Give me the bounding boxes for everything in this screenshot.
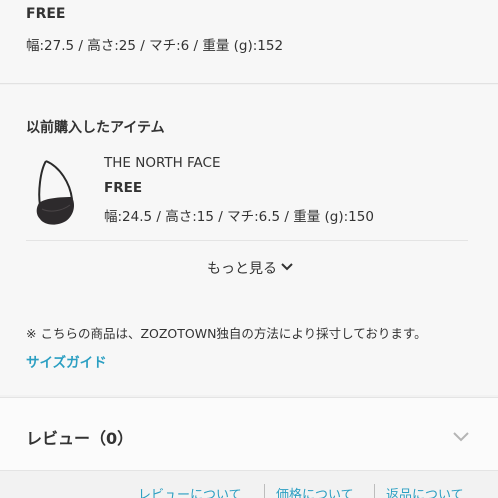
history-item-measurements: 幅:24.5 / 高さ:15 / マチ:6.5 / 重量 (g):150: [104, 209, 374, 225]
return-about-link[interactable]: 返品について: [386, 484, 464, 498]
shoulder-bag-icon: [36, 160, 74, 225]
current-measurements: 幅:27.5 / 高さ:25 / マチ:6 / 重量 (g):152: [26, 38, 284, 54]
divider: [26, 240, 468, 241]
history-item-brand[interactable]: THE NORTH FACE: [104, 155, 221, 171]
purchase-history-section: 以前購入したアイテム THE NORTH FACE FREE 幅:24.5 / …: [0, 85, 498, 395]
price-about-link[interactable]: 価格について: [276, 484, 354, 498]
footer-links: レビューについて 価格について 返品について: [0, 480, 498, 498]
divider: [264, 484, 265, 498]
history-heading: 以前購入したアイテム: [26, 120, 165, 136]
history-item-image[interactable]: [26, 153, 86, 239]
review-label: レビュー（0）: [26, 429, 134, 448]
chevron-down-icon: [281, 260, 293, 276]
chevron-down-icon: [452, 428, 470, 447]
show-more-label: もっと見る: [207, 261, 277, 277]
divider: [374, 484, 375, 498]
size-guide-link[interactable]: サイズガイド: [26, 351, 107, 371]
current-size-section: FREE 幅:27.5 / 高さ:25 / マチ:6 / 重量 (g):152: [0, 0, 498, 84]
show-more-button[interactable]: もっと見る: [190, 255, 310, 281]
current-size-label: FREE: [26, 6, 66, 22]
review-about-link[interactable]: レビューについて: [138, 484, 242, 498]
measurement-note: ※ こちらの商品は、ZOZOTOWN独自の方法により採寸しております。: [26, 326, 427, 341]
history-item-size: FREE: [104, 180, 143, 196]
review-accordion[interactable]: レビュー（0）: [0, 397, 498, 471]
